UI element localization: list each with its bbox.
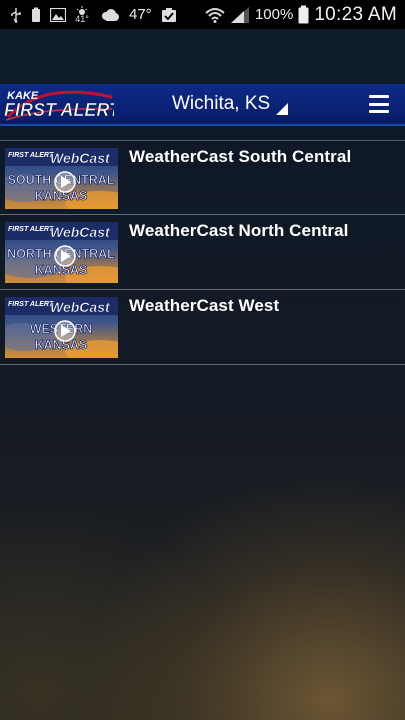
webcast-title: WeatherCast West: [129, 296, 280, 315]
hamburger-menu-icon: [369, 95, 389, 98]
clock-label: 10:23 AM: [314, 3, 397, 25]
webcast-title: WeatherCast South Central: [129, 147, 352, 166]
play-icon: [54, 171, 76, 193]
usb-icon: [10, 7, 22, 23]
webcast-thumbnail: FIRST ALERT WebCast SOUTH CENTRAL KANSAS: [5, 148, 118, 209]
thumb-badge: FIRST ALERT: [8, 301, 54, 308]
signal-strength-icon: [230, 6, 250, 24]
thumb-heading: WebCast: [50, 299, 111, 315]
status-bar: 41° 47° 100% 10:23 AM: [0, 0, 405, 29]
play-icon: [54, 320, 76, 342]
logo-main-text: FIRST ALERT: [4, 100, 114, 120]
cloud-sun-icon: [98, 7, 120, 23]
thumb-badge: FIRST ALERT: [8, 152, 54, 159]
battery-percent-label: 100%: [254, 6, 294, 23]
kake-first-alert-logo: KAKE FIRST ALERT: [2, 87, 122, 121]
location-label: Wichita, KS: [172, 93, 271, 114]
gallery-icon: [50, 7, 66, 22]
top-spacer: [0, 29, 405, 84]
temperature-label: 47°: [129, 6, 152, 23]
app-bar: KAKE FIRST ALERT Wichita, KS: [0, 84, 405, 126]
list-item-west[interactable]: FIRST ALERT WebCast WESTERN KANSAS Weath…: [0, 291, 405, 365]
menu-button[interactable]: [369, 95, 389, 113]
play-icon: [54, 245, 76, 267]
weather-temp-small-icon: 41°: [75, 6, 89, 24]
webcast-title: WeatherCast North Central: [129, 221, 349, 240]
thumb-badge: FIRST ALERT: [8, 226, 54, 233]
list-divider: [0, 140, 405, 141]
webcast-list: FIRST ALERT WebCast SOUTH CENTRAL KANSAS…: [0, 142, 405, 365]
clipboard-check-icon: [161, 7, 177, 23]
webcast-thumbnail: FIRST ALERT WebCast WESTERN KANSAS: [5, 297, 118, 358]
battery-full-icon: [31, 7, 41, 23]
wifi-icon: [205, 7, 225, 23]
dropdown-triangle-icon: [276, 103, 289, 115]
location-selector[interactable]: Wichita, KS: [172, 92, 289, 116]
list-item-north-central[interactable]: FIRST ALERT WebCast NORTH CENTRAL KANSAS…: [0, 216, 405, 290]
battery-icon: [298, 5, 309, 24]
webcast-thumbnail: FIRST ALERT WebCast NORTH CENTRAL KANSAS: [5, 222, 118, 283]
small-temp-label: 41°: [75, 14, 89, 24]
list-item-south-central[interactable]: FIRST ALERT WebCast SOUTH CENTRAL KANSAS…: [0, 142, 405, 215]
thumb-heading: WebCast: [50, 150, 111, 166]
thumb-heading: WebCast: [50, 224, 111, 240]
